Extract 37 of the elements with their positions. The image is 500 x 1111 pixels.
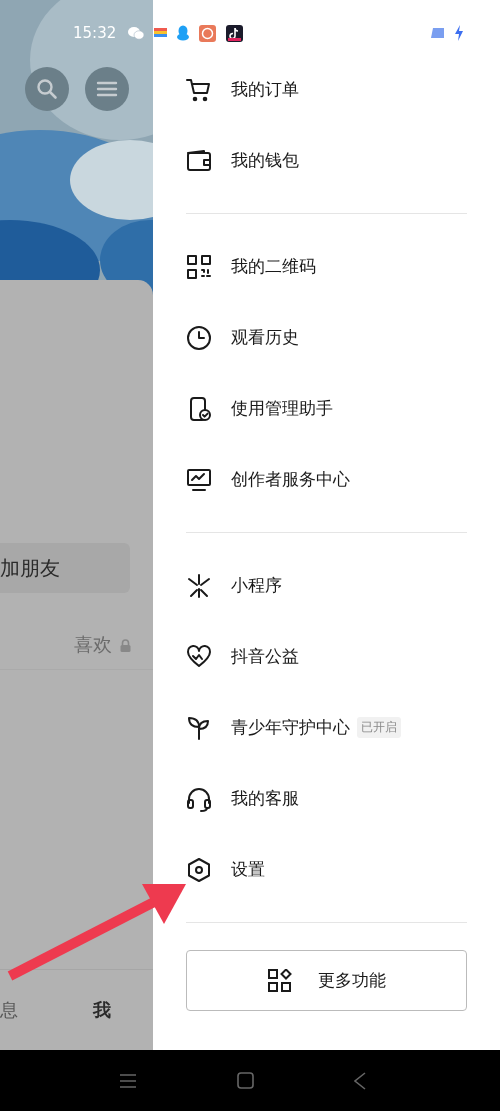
headset-icon	[186, 785, 212, 812]
clock-icon	[186, 324, 212, 351]
menu-item[interactable]: 使用管理助手	[186, 373, 467, 444]
bottom-tab[interactable]: 息	[0, 998, 18, 1022]
wallet-icon	[186, 147, 212, 174]
qr-code-icon	[186, 253, 212, 280]
menu-item[interactable]: 青少年守护中心 已开启	[186, 692, 467, 763]
sprout-icon	[186, 714, 212, 741]
more-features-button[interactable]: 更多功能	[186, 950, 467, 1011]
menu-item[interactable]: 我的客服	[186, 763, 467, 834]
menu-item[interactable]: 我的钱包	[186, 125, 467, 196]
status-badge: 已开启	[357, 717, 401, 738]
menu-item[interactable]: 抖音公益	[186, 621, 467, 692]
home-icon[interactable]	[237, 1072, 254, 1089]
menu-icon[interactable]	[119, 1072, 137, 1089]
settings-icon	[186, 856, 212, 883]
menu-item[interactable]: 我的订单	[186, 54, 467, 125]
chart-monitor-icon	[186, 466, 212, 493]
chat-icon	[128, 26, 145, 40]
add-friend-button[interactable]: 加朋友	[0, 543, 130, 593]
penguin-icon	[177, 25, 190, 41]
menu-item[interactable]: 设置	[186, 834, 467, 905]
sparkle-icon	[186, 572, 212, 599]
search-icon	[36, 78, 58, 100]
menu-item[interactable]: 创作者服务中心	[186, 444, 467, 515]
heart-icon	[186, 643, 212, 670]
music-note-app-icon	[226, 24, 244, 42]
status-time: 15:32	[73, 24, 117, 42]
menu-item[interactable]: 小程序	[186, 550, 467, 621]
apps-icon	[267, 968, 292, 993]
charging-icon	[454, 25, 464, 41]
menu-icon	[96, 80, 118, 98]
menu-item[interactable]: 观看历史	[186, 302, 467, 373]
cart-icon	[186, 76, 212, 103]
menu-item[interactable]: 我的二维码	[186, 231, 467, 302]
back-icon[interactable]	[354, 1071, 366, 1090]
bottom-tab[interactable]: 我	[93, 998, 111, 1022]
